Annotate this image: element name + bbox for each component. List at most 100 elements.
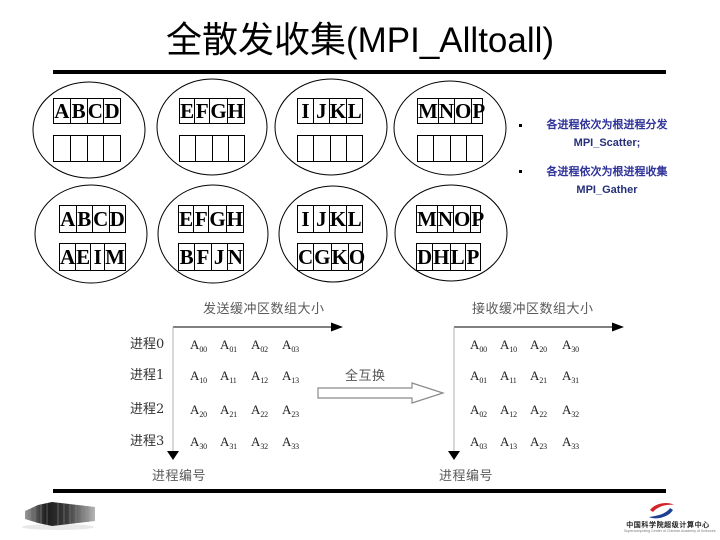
server-rack-logo: [22, 502, 95, 530]
matrix-cell-index: 10: [509, 345, 517, 354]
after-process-0-send-buffer: ABCD: [59, 205, 126, 233]
bullet-text-scatter: 各进程依次为根进程分发: [546, 118, 668, 131]
recv-matrix-cell: A20: [530, 336, 547, 359]
matrix-cell-base: A: [562, 368, 572, 383]
buffer-cell: H: [433, 244, 451, 270]
matrix-cell-index: 23: [291, 410, 299, 419]
matrix-cell-base: A: [562, 337, 572, 352]
recv-matrix-cell: A13: [500, 433, 517, 456]
buffer-cell: [54, 136, 71, 161]
matrix-cell-index: 30: [571, 345, 579, 354]
matrix-cell-base: A: [251, 368, 261, 383]
matrix-cell-base: A: [530, 368, 540, 383]
matrix-cell-base: A: [500, 434, 510, 449]
arrow-right-icon: [612, 322, 624, 332]
matrix-cell-index: 20: [539, 345, 547, 354]
buffer-cell: P: [472, 98, 486, 123]
matrix-cell-index: 12: [260, 376, 268, 385]
matrix-cell-index: 32: [571, 410, 579, 419]
buffer-cell: O: [348, 244, 366, 269]
buffer-cell: F: [195, 98, 211, 123]
recv-matrix-cell: A21: [530, 367, 547, 390]
matrix-cell-index: 22: [539, 410, 547, 419]
send-matrix-cell: A00: [190, 336, 207, 359]
buffer-cell: [88, 136, 105, 161]
recv-matrix-cell: A00: [470, 336, 487, 359]
buffer-cell: B: [179, 244, 196, 270]
recv-matrix-cell: A33: [562, 433, 579, 456]
matrix-cell-index: 01: [229, 345, 237, 354]
matrix-cell-base: A: [470, 337, 480, 352]
matrix-cell-base: A: [251, 402, 261, 417]
buffer-cell: B: [77, 206, 93, 232]
buffer-cell: [196, 136, 213, 161]
matrix-cell-index: 31: [229, 442, 237, 451]
matrix-cell-base: A: [190, 368, 200, 383]
send-matrix-cell: A01: [220, 336, 237, 359]
send-matrix-cell: A12: [251, 367, 268, 390]
recv-buffer-size-label: 接收缓冲区数组大小: [472, 302, 594, 317]
buffer-cell: C: [93, 206, 110, 232]
buffer-cell: I: [298, 99, 314, 123]
arrow-down-icon: [448, 451, 460, 460]
buffer-cell: D: [104, 98, 120, 123]
matrix-cell-base: A: [282, 368, 292, 383]
matrix-cell-base: A: [190, 402, 200, 417]
buffer-cell: [347, 136, 362, 161]
recv-matrix-cell: A10: [500, 336, 517, 359]
buffer-cell: G: [209, 206, 227, 232]
buffer-cell: K: [329, 206, 348, 232]
recv-matrix-cell: A32: [562, 401, 579, 424]
matrix-cell-index: 00: [199, 345, 207, 354]
buffer-cell: [331, 136, 347, 161]
matrix-cell-base: A: [282, 434, 292, 449]
buffer-cell: F: [194, 206, 210, 232]
after-process-1-recv-buffer: BFJN: [178, 243, 244, 271]
buffer-cell: [451, 136, 467, 161]
matrix-cell-index: 32: [260, 442, 268, 451]
recv-matrix-cell: A03: [470, 433, 487, 456]
matrix-cell-base: A: [470, 402, 480, 417]
exchange-label: 全互换: [345, 369, 386, 384]
recv-matrix-cell: A22: [530, 401, 547, 424]
matrix-cell-index: 02: [479, 410, 487, 419]
send-matrix-cell: A32: [251, 433, 268, 456]
buffer-cell: O: [455, 98, 473, 123]
before-process-2-send-buffer: IJKL: [297, 98, 363, 124]
matrix-cell-base: A: [500, 368, 510, 383]
matrix-cell-index: 22: [260, 410, 268, 419]
before-process-1-recv-buffer: [179, 135, 245, 162]
matrix-cell-base: A: [500, 402, 510, 417]
buffer-cell: A: [60, 206, 77, 232]
bullet-text-gather: 各进程依次为根进程收集: [546, 165, 668, 178]
organization-subtitle: Supercomputing Center of Chinese Academy…: [624, 529, 716, 533]
buffer-cell: [298, 136, 315, 161]
matrix-cell-base: A: [190, 434, 200, 449]
buffer-cell: [418, 136, 435, 161]
process-row-label: 进程2: [130, 402, 165, 417]
matrix-cell-base: A: [470, 368, 480, 383]
buffer-cell: E: [179, 206, 195, 232]
buffer-cell: [213, 136, 229, 161]
after-process-2-send-buffer: IJKL: [297, 205, 363, 233]
matrix-cell-base: A: [251, 434, 261, 449]
matrix-cell-base: A: [190, 337, 200, 352]
buffer-cell: M: [418, 98, 439, 123]
send-matrix-cell: A33: [282, 433, 299, 456]
send-matrix-cell: A30: [190, 433, 207, 456]
send-matrix-cell: A03: [282, 336, 299, 359]
matrix-cell-base: A: [500, 337, 510, 352]
slide: 全散发收集(MPI_Alltoall) 各进程依次为根进程分发 MPI_Scat…: [0, 0, 720, 540]
matrix-cell-index: 03: [291, 345, 299, 354]
matrix-cell-index: 13: [291, 376, 299, 385]
buffer-cell: [434, 136, 451, 161]
send-matrix-cell: A31: [220, 433, 237, 456]
recv-process-id-label: 进程编号: [439, 469, 494, 484]
before-process-3-send-buffer: MNOP: [417, 98, 486, 124]
buffer-cell: K: [329, 98, 348, 123]
after-process-3-send-buffer: MNOP: [416, 205, 484, 233]
after-process-0-recv-buffer: AEIM: [59, 243, 126, 271]
bullet-icon: [519, 170, 522, 173]
matrix-cell-index: 33: [291, 442, 299, 451]
matrix-cell-index: 31: [571, 376, 579, 385]
